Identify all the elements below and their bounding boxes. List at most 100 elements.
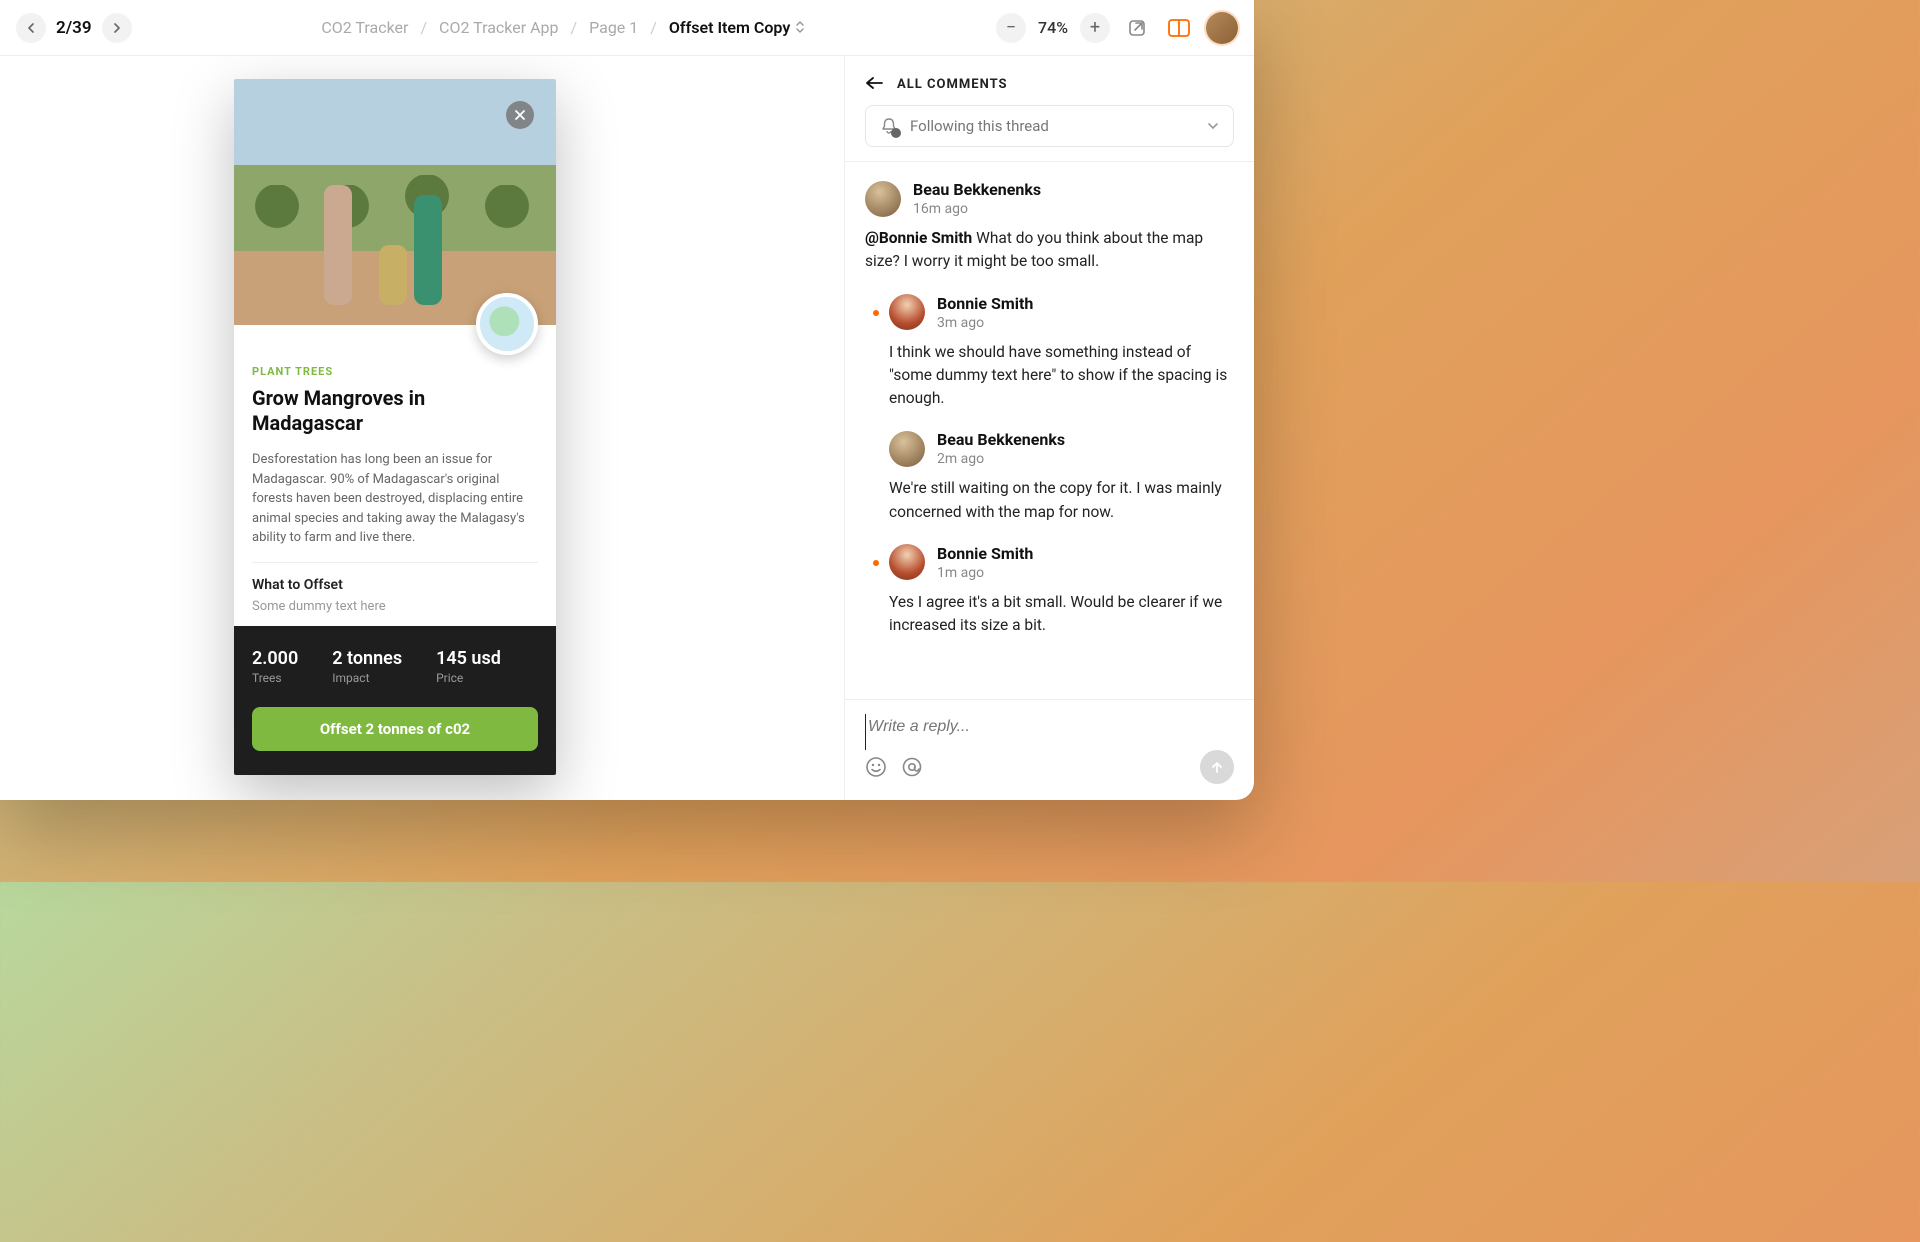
follow-thread-label: Following this thread xyxy=(910,117,1195,135)
comment-header: Beau Bekkenenks 2m ago xyxy=(889,430,1234,467)
comments-panel: ALL COMMENTS Following this thread xyxy=(844,56,1254,800)
page-counter: 2/39 xyxy=(56,18,92,38)
mention-button[interactable] xyxy=(901,756,923,778)
user-avatar[interactable] xyxy=(1206,12,1238,44)
comment-reply: Bonnie Smith 1m ago Yes I agree it's a b… xyxy=(865,544,1234,638)
reply-actions xyxy=(865,750,1234,784)
card-description: Desforestation has long been an issue fo… xyxy=(252,450,538,548)
reply-input[interactable] xyxy=(865,714,1234,750)
breadcrumb-item[interactable]: CO2 Tracker xyxy=(321,18,408,37)
top-toolbar: 2/39 CO2 Tracker / CO2 Tracker App / Pag… xyxy=(0,0,1254,56)
mention[interactable]: @Bonnie Smith xyxy=(865,229,972,247)
toolbar-right: − 74% + xyxy=(996,12,1238,44)
zoom-out-button[interactable]: − xyxy=(996,13,1026,43)
back-to-comments-button[interactable] xyxy=(865,74,883,95)
zoom-controls: − 74% + xyxy=(996,13,1110,43)
zoom-value: 74% xyxy=(1038,18,1068,37)
send-reply-button[interactable] xyxy=(1200,750,1234,784)
hero-decoration xyxy=(254,185,300,255)
breadcrumb-separator: / xyxy=(420,18,427,37)
comment-reply: Bonnie Smith 3m ago I think we should ha… xyxy=(865,294,1234,411)
metric-value: 2 tonnes xyxy=(332,648,402,669)
breadcrumb-item[interactable]: Page 1 xyxy=(589,18,638,37)
what-to-offset-label: What to Offset xyxy=(252,577,538,593)
card-hero-image xyxy=(234,79,556,325)
comment-avatar[interactable] xyxy=(889,544,925,580)
comment-author: Beau Bekkenenks xyxy=(913,180,1041,199)
hero-decoration xyxy=(379,245,407,305)
metric: 2 tonnes Impact xyxy=(332,648,402,685)
comment-timestamp: 16m ago xyxy=(913,201,1041,217)
bell-icon xyxy=(880,117,898,135)
unread-indicator xyxy=(873,560,879,566)
design-canvas[interactable]: PLANT TREES Grow Mangroves in Madagascar… xyxy=(0,56,844,800)
metric-label: Price xyxy=(436,671,501,685)
card-title: Grow Mangroves in Madagascar xyxy=(252,386,478,436)
next-page-button[interactable] xyxy=(102,13,132,43)
breadcrumb-separator: / xyxy=(650,18,657,37)
comment-author: Bonnie Smith xyxy=(937,544,1033,563)
card-footer: 2.000 Trees 2 tonnes Impact 145 usd Pric… xyxy=(234,626,556,775)
comment-header: Bonnie Smith 3m ago xyxy=(889,294,1234,331)
unread-indicator xyxy=(873,310,879,316)
metric-label: Impact xyxy=(332,671,402,685)
breadcrumb-item[interactable]: CO2 Tracker App xyxy=(439,18,558,37)
comment-author: Beau Bekkenenks xyxy=(937,430,1065,449)
main-area: PLANT TREES Grow Mangroves in Madagascar… xyxy=(0,56,1254,800)
comment-thread[interactable]: Beau Bekkenenks 16m ago @Bonnie Smith Wh… xyxy=(845,161,1254,699)
breadcrumb-separator: / xyxy=(571,18,578,37)
comment-avatar[interactable] xyxy=(889,431,925,467)
open-external-icon xyxy=(1127,18,1147,38)
comments-header: ALL COMMENTS xyxy=(845,56,1254,105)
hero-decoration xyxy=(484,185,530,255)
comment-timestamp: 2m ago xyxy=(937,451,1065,467)
prev-page-button[interactable] xyxy=(16,13,46,43)
divider xyxy=(252,562,538,563)
comment-avatar[interactable] xyxy=(889,294,925,330)
metrics-row: 2.000 Trees 2 tonnes Impact 145 usd Pric… xyxy=(252,648,538,685)
reply-box xyxy=(845,699,1254,800)
zoom-in-button[interactable]: + xyxy=(1080,13,1110,43)
comment-header: Beau Bekkenenks 16m ago xyxy=(865,180,1234,217)
comment-reply: Beau Bekkenenks 2m ago We're still waiti… xyxy=(865,430,1234,524)
metric-label: Trees xyxy=(252,671,298,685)
breadcrumb-active-label: Offset Item Copy xyxy=(669,18,790,37)
breadcrumb: CO2 Tracker / CO2 Tracker App / Page 1 /… xyxy=(132,18,996,37)
comments-title: ALL COMMENTS xyxy=(897,77,1008,92)
chevron-left-icon xyxy=(26,23,36,33)
what-to-offset-dummy: Some dummy text here xyxy=(252,599,538,614)
comment-body: @Bonnie Smith What do you think about th… xyxy=(865,227,1234,274)
open-external-button[interactable] xyxy=(1122,13,1152,43)
panels-icon xyxy=(1168,19,1190,37)
comment-avatar[interactable] xyxy=(865,181,901,217)
comment-author: Bonnie Smith xyxy=(937,294,1033,313)
breadcrumb-dropdown-icon[interactable] xyxy=(794,20,806,38)
comment-body: Yes I agree it's a bit small. Would be c… xyxy=(889,591,1234,638)
hero-decoration xyxy=(324,185,352,305)
toggle-panels-button[interactable] xyxy=(1164,13,1194,43)
offset-item-card: PLANT TREES Grow Mangroves in Madagascar… xyxy=(234,79,556,775)
card-eyebrow: PLANT TREES xyxy=(252,365,538,378)
comment-body: I think we should have something instead… xyxy=(889,341,1234,411)
arrow-up-icon xyxy=(1210,760,1224,774)
comment: Beau Bekkenenks 16m ago @Bonnie Smith Wh… xyxy=(865,180,1234,274)
card-body: PLANT TREES Grow Mangroves in Madagascar… xyxy=(234,325,556,626)
offset-cta-button[interactable]: Offset 2 tonnes of c02 xyxy=(252,707,538,751)
follow-thread-dropdown[interactable]: Following this thread xyxy=(865,105,1234,147)
hero-decoration xyxy=(414,195,442,305)
emoji-picker-button[interactable] xyxy=(865,756,887,778)
at-icon xyxy=(901,756,923,778)
arrow-left-icon xyxy=(865,76,883,90)
metric-value: 145 usd xyxy=(436,648,501,669)
metric: 2.000 Trees xyxy=(252,648,298,685)
app-window: 2/39 CO2 Tracker / CO2 Tracker App / Pag… xyxy=(0,0,1254,800)
metric-value: 2.000 xyxy=(252,648,298,669)
comment-timestamp: 1m ago xyxy=(937,565,1033,581)
comment-timestamp: 3m ago xyxy=(937,315,1033,331)
chevron-right-icon xyxy=(112,23,122,33)
chevron-down-icon xyxy=(1207,119,1219,134)
close-card-button[interactable] xyxy=(506,101,534,129)
map-thumbnail[interactable] xyxy=(476,293,538,355)
bell-check-icon xyxy=(891,128,901,138)
breadcrumb-item-active[interactable]: Offset Item Copy xyxy=(669,18,806,37)
